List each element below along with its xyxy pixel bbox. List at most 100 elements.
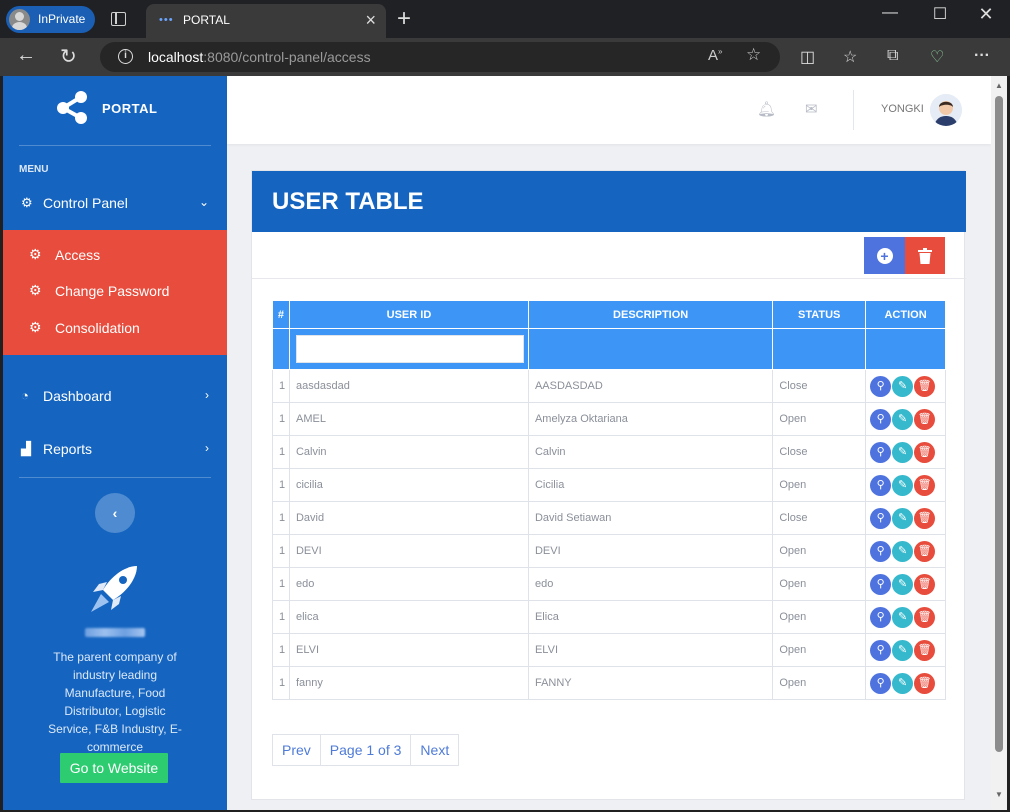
favorites-icon[interactable]: ☆ bbox=[843, 47, 857, 67]
collections-icon[interactable]: ⧉ bbox=[887, 47, 898, 65]
action-cell: ⚲ ✎ 🗑︎ bbox=[865, 666, 946, 700]
view-search-icon[interactable]: ⚲ bbox=[870, 573, 892, 595]
table-row: 1 fanny FANNY Open ⚲ ✎ 🗑︎ bbox=[272, 666, 946, 700]
sidebar-item-label: Dashboard bbox=[43, 388, 112, 404]
view-search-icon[interactable]: ⚲ bbox=[870, 639, 892, 661]
url-field[interactable]: i localhost:8080/control-panel/access A»… bbox=[100, 42, 780, 72]
view-search-icon[interactable]: ⚲ bbox=[870, 375, 892, 397]
delete-trash-icon[interactable]: 🗑︎ bbox=[914, 672, 936, 694]
delete-trash-icon[interactable]: 🗑︎ bbox=[914, 507, 936, 529]
description-cell: edo bbox=[527, 567, 774, 601]
submenu-item-consolidation[interactable]: ⚙ Consolidation bbox=[3, 314, 227, 342]
vertical-scrollbar[interactable]: ▲ ▼ bbox=[991, 76, 1007, 810]
topbar: 🔔︎ ✉ YONGKI bbox=[227, 76, 991, 144]
delete-button[interactable] bbox=[905, 237, 945, 274]
status-cell: Open bbox=[772, 666, 867, 700]
description-cell: DEVI bbox=[527, 534, 774, 568]
trash-icon bbox=[918, 247, 932, 264]
new-tab-icon[interactable]: + bbox=[397, 5, 411, 33]
column-header[interactable]: STATUS bbox=[772, 300, 867, 329]
edit-icon[interactable]: ✎ bbox=[892, 573, 914, 595]
scrollbar-thumb[interactable] bbox=[995, 96, 1003, 752]
row-number: 1 bbox=[272, 402, 290, 436]
browser-essentials-icon[interactable]: ♡ bbox=[930, 47, 944, 67]
view-search-icon[interactable]: ⚲ bbox=[870, 672, 892, 694]
delete-trash-icon[interactable]: 🗑︎ bbox=[914, 474, 936, 496]
status-cell: Open bbox=[772, 600, 867, 634]
edit-icon[interactable]: ✎ bbox=[892, 408, 914, 430]
delete-trash-icon[interactable]: 🗑︎ bbox=[914, 408, 936, 430]
site-info-icon[interactable]: i bbox=[118, 49, 133, 64]
chevron-right-icon: › bbox=[205, 441, 209, 455]
go-to-website-button[interactable]: Go to Website bbox=[60, 753, 168, 783]
edit-icon[interactable]: ✎ bbox=[892, 540, 914, 562]
add-user-button[interactable]: + bbox=[864, 237, 905, 274]
scroll-up-icon[interactable]: ▲ bbox=[995, 81, 1003, 90]
edit-icon[interactable]: ✎ bbox=[892, 606, 914, 628]
column-header[interactable]: USER ID bbox=[288, 300, 529, 329]
inprivate-badge[interactable]: InPrivate bbox=[6, 6, 96, 33]
delete-trash-icon[interactable]: 🗑︎ bbox=[914, 441, 936, 463]
delete-trash-icon[interactable]: 🗑︎ bbox=[914, 639, 936, 661]
minimize-icon[interactable]: — bbox=[870, 4, 910, 22]
view-search-icon[interactable]: ⚲ bbox=[870, 474, 892, 496]
action-cell: ⚲ ✎ 🗑︎ bbox=[865, 567, 946, 601]
back-icon[interactable]: ← bbox=[16, 44, 36, 67]
delete-trash-icon[interactable]: 🗑︎ bbox=[914, 573, 936, 595]
row-number: 1 bbox=[272, 501, 290, 535]
sidebar-item-dashboard[interactable]: ◔ Dashboard › bbox=[3, 381, 227, 411]
next-page-button[interactable]: Next bbox=[411, 735, 458, 765]
delete-trash-icon[interactable]: 🗑︎ bbox=[914, 606, 936, 628]
gear-icon: ⚙ bbox=[29, 319, 42, 335]
action-cell: ⚲ ✎ 🗑︎ bbox=[865, 402, 946, 436]
split-screen-icon[interactable]: ◫ bbox=[800, 47, 815, 67]
edit-icon[interactable]: ✎ bbox=[892, 639, 914, 661]
description-cell: Amelyza Oktariana bbox=[527, 402, 774, 436]
filter-cell bbox=[865, 328, 946, 370]
submenu-item-access[interactable]: ⚙ Access bbox=[3, 241, 227, 269]
tab-actions-icon[interactable] bbox=[111, 12, 126, 26]
submenu-item-label: Consolidation bbox=[55, 320, 140, 336]
chart-area-icon: ▟ bbox=[21, 441, 31, 456]
delete-trash-icon[interactable]: 🗑︎ bbox=[914, 540, 936, 562]
scroll-down-icon[interactable]: ▼ bbox=[995, 790, 1003, 799]
favorite-star-icon[interactable]: ☆ bbox=[746, 45, 761, 65]
view-search-icon[interactable]: ⚲ bbox=[870, 441, 892, 463]
prev-page-button[interactable]: Prev bbox=[273, 735, 321, 765]
reload-icon[interactable]: ↻ bbox=[60, 44, 77, 69]
submenu-item-change-password[interactable]: ⚙ Change Password bbox=[3, 277, 227, 305]
close-tab-icon[interactable]: × bbox=[365, 10, 376, 31]
edit-icon[interactable]: ✎ bbox=[892, 375, 914, 397]
sidebar-item-reports[interactable]: ▟ Reports › bbox=[3, 434, 227, 464]
more-options-icon[interactable]: ··· bbox=[974, 47, 990, 65]
mail-icon[interactable]: ✉ bbox=[805, 100, 818, 118]
view-search-icon[interactable]: ⚲ bbox=[870, 507, 892, 529]
view-search-icon[interactable]: ⚲ bbox=[870, 540, 892, 562]
brand-name: PORTAL bbox=[102, 101, 158, 116]
view-search-icon[interactable]: ⚲ bbox=[870, 606, 892, 628]
sidebar-collapse-button[interactable]: ‹ bbox=[95, 493, 135, 533]
submenu-item-label: Access bbox=[55, 247, 101, 263]
column-header: ACTION bbox=[865, 300, 946, 329]
username[interactable]: YONGKI bbox=[881, 103, 924, 115]
maximize-icon[interactable]: ☐ bbox=[920, 4, 960, 24]
avatar[interactable] bbox=[930, 94, 962, 126]
delete-trash-icon[interactable]: 🗑︎ bbox=[914, 375, 936, 397]
edit-icon[interactable]: ✎ bbox=[892, 441, 914, 463]
edit-icon[interactable]: ✎ bbox=[892, 474, 914, 496]
view-search-icon[interactable]: ⚲ bbox=[870, 408, 892, 430]
read-aloud-icon[interactable]: A» bbox=[708, 47, 722, 64]
browser-tab[interactable]: ••• PORTAL × bbox=[146, 4, 386, 38]
bell-icon[interactable]: 🔔︎ bbox=[757, 100, 776, 118]
user-id-filter-input[interactable] bbox=[295, 335, 524, 363]
row-number: 1 bbox=[272, 600, 290, 634]
filter-cell bbox=[288, 328, 529, 370]
about-text: The parent company of industry leading M… bbox=[48, 650, 182, 754]
edit-icon[interactable]: ✎ bbox=[892, 507, 914, 529]
edit-icon[interactable]: ✎ bbox=[892, 672, 914, 694]
close-window-icon[interactable]: ✕ bbox=[966, 4, 1006, 25]
sidebar-item-control-panel[interactable]: ⚙ Control Panel ⌄ bbox=[3, 188, 227, 218]
column-header[interactable]: DESCRIPTION bbox=[527, 300, 774, 329]
filter-cell bbox=[527, 328, 774, 370]
tab-favicon-icon: ••• bbox=[159, 14, 174, 26]
